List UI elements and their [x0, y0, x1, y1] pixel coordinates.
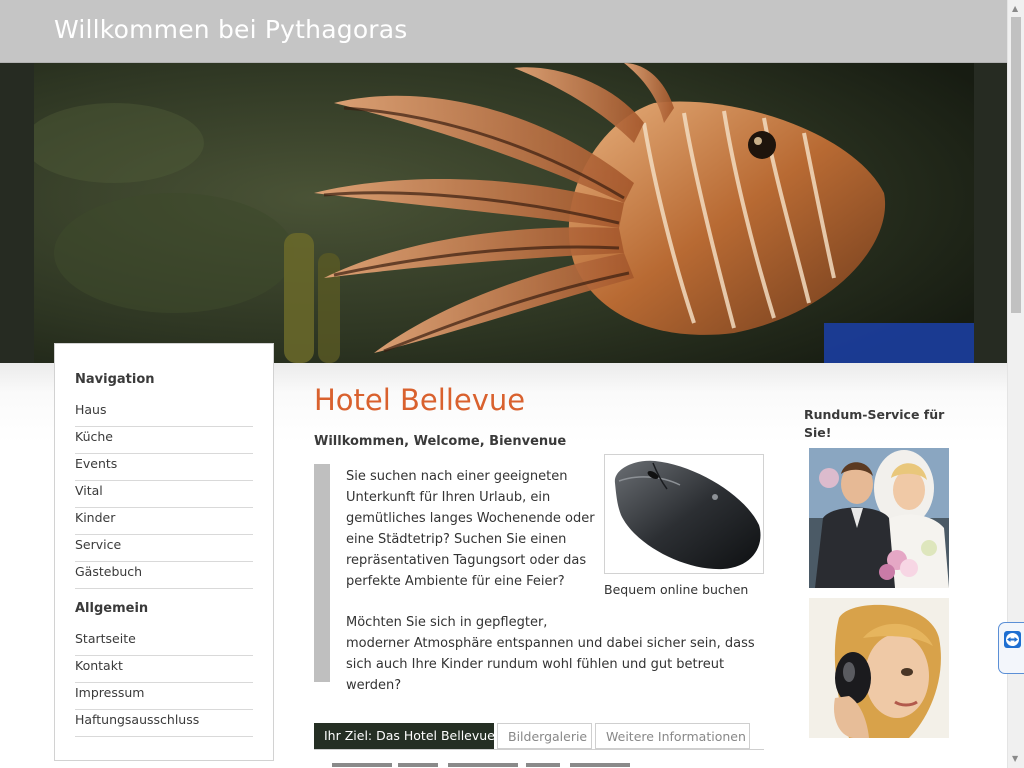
scroll-up-arrow-icon[interactable]: ▲: [1012, 4, 1018, 13]
tab-bildergalerie[interactable]: Bildergalerie: [497, 723, 592, 749]
booking-image[interactable]: [604, 454, 764, 574]
nav-heading-general: Allgemein: [75, 601, 149, 616]
remote-support-icon: [1004, 631, 1021, 648]
navigation-panel: Navigation Haus Küche Events Vital Kinde…: [54, 343, 274, 761]
nav-item-vital[interactable]: Vital: [75, 481, 253, 508]
nav-item-impressum[interactable]: Impressum: [75, 683, 253, 710]
second-paragraph-line2: moderner Atmosphäre entspannen und dabei…: [346, 636, 755, 693]
page-title: Hotel Bellevue: [314, 383, 526, 417]
computer-mouse-icon: [614, 460, 761, 570]
hero-banner: [0, 63, 1007, 363]
wellness-photo[interactable]: [809, 598, 949, 738]
nav-item-kontakt[interactable]: Kontakt: [75, 656, 253, 683]
intro-paragraph: Sie suchen nach einer geeigneten Unterku…: [346, 469, 595, 589]
wedding-image: [809, 448, 949, 588]
nav-item-startseite[interactable]: Startseite: [75, 629, 253, 656]
woman-mirror-image: [809, 598, 949, 738]
booking-caption[interactable]: Bequem online buchen: [604, 582, 748, 597]
nav-item-kinder[interactable]: Kinder: [75, 508, 253, 535]
sidebar-title: Rundum-Service für Sie!: [804, 407, 945, 440]
remote-support-widget[interactable]: [998, 622, 1024, 674]
nav-item-events[interactable]: Events: [75, 454, 253, 481]
scroll-down-arrow-icon[interactable]: ▼: [1012, 754, 1018, 763]
lionfish-image: [34, 63, 974, 363]
header-bar: Willkommen bei Pythagoras: [0, 0, 1007, 63]
wedding-photo[interactable]: [809, 448, 949, 588]
quote-bar: [314, 464, 330, 682]
scrollbar-thumb[interactable]: [1011, 17, 1021, 313]
nav-item-service[interactable]: Service: [75, 535, 253, 562]
tab-weitere-informationen[interactable]: Weitere Informationen: [595, 723, 750, 749]
nav-heading-navigation: Navigation: [75, 372, 155, 387]
second-paragraph-line1: Möchten Sie sich in gepflegter,: [346, 615, 548, 630]
second-paragraph: Möchten Sie sich in gepflegter, moderner…: [346, 612, 776, 696]
site-title[interactable]: Willkommen bei Pythagoras: [54, 15, 408, 44]
nav-item-haftungsausschluss[interactable]: Haftungsausschluss: [75, 710, 253, 737]
nav-item-kueche[interactable]: Küche: [75, 427, 253, 454]
tab-hotel-bellevue[interactable]: Ihr Ziel: Das Hotel Bellevue: [314, 723, 495, 749]
nav-item-haus[interactable]: Haus: [75, 400, 253, 427]
nav-item-gaestebuch[interactable]: Gästebuch: [75, 562, 253, 589]
tab-content-cutoff: [314, 760, 644, 768]
page-subtitle: Willkommen, Welcome, Bienvenue: [314, 434, 567, 449]
